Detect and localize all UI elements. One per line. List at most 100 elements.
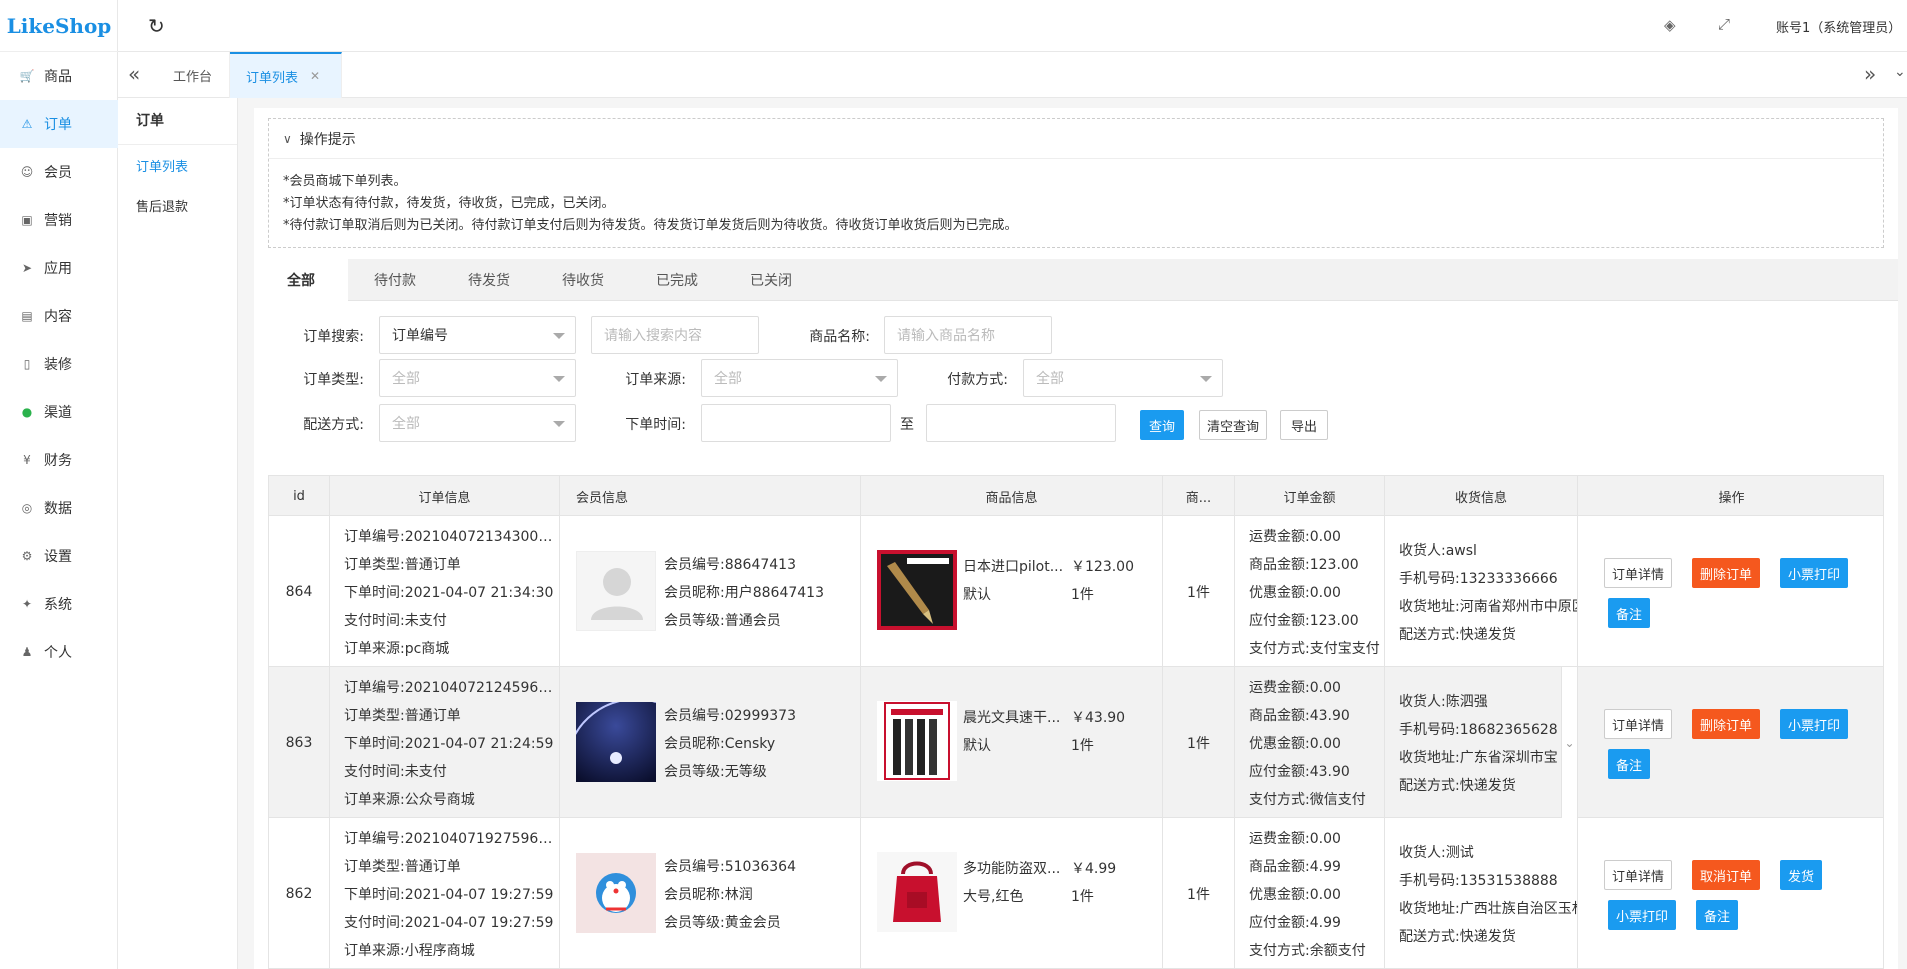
remark-button[interactable]: 备注 — [1608, 598, 1650, 628]
order-detail-button[interactable]: 订单详情 — [1604, 709, 1672, 739]
nav-item-finance[interactable]: ¥ 财务 — [0, 436, 118, 484]
export-button[interactable]: 导出 — [1280, 410, 1328, 440]
status-tab-unpaid[interactable]: 待付款 — [348, 259, 442, 301]
nav-item-channel[interactable]: ● 渠道 — [0, 388, 118, 436]
goods-name[interactable]: 晨光文具速干... — [963, 707, 1065, 727]
table-header: id 订单信息 会员信息 商品信息 商... 订单金额 收货信息 操作 — [269, 476, 1883, 516]
discount-amount: 优惠金额:0.00 — [1249, 736, 1341, 752]
query-button[interactable]: 查询 — [1140, 410, 1184, 440]
goods-spec: 默认 — [963, 587, 991, 603]
goods-qty: 1件 — [1071, 587, 1094, 603]
goods-image-pen[interactable] — [877, 550, 957, 630]
actions-cell: 订单详情 删除订单 小票打印 备注 — [1578, 516, 1883, 667]
account-label[interactable]: 账号1（系统管理员） — [1776, 17, 1901, 36]
delivery-select[interactable]: 全部 — [379, 404, 576, 442]
status-tab-to-ship[interactable]: 待发货 — [442, 259, 536, 301]
order-info-cell: 订单编号:202104072124596793 订单类型:普通订单 下单时间:2… — [330, 667, 560, 818]
chevron-down-icon: ∨ — [283, 131, 292, 146]
clear-query-button[interactable]: 清空查询 — [1199, 410, 1267, 440]
person-icon: ♟ — [21, 645, 33, 659]
nav-item-marketing[interactable]: ▣ 营销 — [0, 196, 118, 244]
member-no: 会员编号:51036364 — [664, 859, 796, 875]
expand-chevron-icon[interactable]: ⌄ — [1561, 667, 1577, 818]
sidebar: LikeShop 🛒 商品 ⚠ 订单 ☺ 会员 ▣ 营销 ➤ 应用 ▤ 内容 ▯ 装修 ● 渠道… — [0, 0, 118, 969]
print-receipt-button[interactable]: 小票打印 — [1780, 709, 1848, 739]
order-detail-button[interactable]: 订单详情 — [1604, 860, 1672, 890]
order-time-end-input[interactable] — [926, 404, 1116, 442]
goods-spec: 默认 — [963, 738, 991, 754]
goods-qty: 1件 — [1071, 738, 1094, 754]
goods-count: 1件 — [1163, 516, 1235, 667]
amount-cell: 运费金额:0.00 商品金额:43.90 优惠金额:0.00 应付金额:43.9… — [1235, 667, 1385, 818]
pay-method: 支付方式:微信支付 — [1249, 792, 1366, 808]
tab-bar: « 工作台 订单列表 ✕ » ⌄ — [118, 52, 1907, 98]
tag-icon[interactable]: ◈ — [1664, 16, 1676, 34]
order-source: 订单来源:小程序商城 — [344, 943, 475, 959]
nav-item-content[interactable]: ▤ 内容 — [0, 292, 118, 340]
time-range-to: 至 — [900, 417, 914, 433]
member-level: 会员等级:黄金会员 — [664, 915, 781, 931]
tip-line: *待付款订单取消后则为已关闭。待付款订单支付后则为待发货。待发货订单发货后则为待… — [283, 218, 1018, 233]
order-info-cell: 订单编号:202104071927596937 订单类型:普通订单 下单时间:2… — [330, 818, 560, 968]
remark-button[interactable]: 备注 — [1608, 749, 1650, 779]
remark-button[interactable]: 备注 — [1696, 900, 1738, 930]
nav-item-order[interactable]: ⚠ 订单 — [0, 100, 118, 148]
delivery-method: 配送方式:快递发货 — [1399, 627, 1516, 643]
pay-method-select[interactable]: 全部 — [1023, 359, 1223, 397]
status-tab-completed[interactable]: 已完成 — [630, 259, 724, 301]
nav-item-member[interactable]: ☺ 会员 — [0, 148, 118, 196]
ship-button[interactable]: 发货 — [1780, 860, 1822, 890]
member-info-cell: 会员编号:02999373 会员昵称:Censky 会员等级:无等级 — [560, 667, 861, 818]
order-source-select[interactable]: 全部 — [701, 359, 898, 397]
order-type-label: 订单类型: — [303, 372, 364, 388]
phone-icon: ▯ — [23, 357, 31, 371]
cancel-order-button[interactable]: 取消订单 — [1692, 860, 1760, 890]
nav-item-settings[interactable]: ⚙ 设置 — [0, 532, 118, 580]
nav-item-decor[interactable]: ▯ 装修 — [0, 340, 118, 388]
freight-amount: 运费金额:0.00 — [1249, 529, 1341, 545]
submenu-item-after-sales[interactable]: 售后退款 — [136, 196, 188, 215]
close-icon[interactable]: ✕ — [310, 69, 320, 83]
fullscreen-icon[interactable]: ⤢ — [1718, 15, 1730, 33]
order-time-start-input[interactable] — [701, 404, 891, 442]
member-level: 会员等级:无等级 — [664, 764, 767, 780]
tab-workbench[interactable]: 工作台 — [156, 52, 230, 98]
payable-amount: 应付金额:4.99 — [1249, 915, 1341, 931]
status-tab-all[interactable]: 全部 — [254, 259, 348, 301]
goods-image-pens[interactable] — [877, 701, 957, 781]
status-tab-to-receive[interactable]: 待收货 — [536, 259, 630, 301]
col-order-amount: 订单金额 — [1235, 476, 1385, 516]
delete-order-button[interactable]: 删除订单 — [1692, 558, 1760, 588]
goods-name-input[interactable]: 请输入商品名称 — [884, 316, 1052, 354]
order-type-select[interactable]: 全部 — [379, 359, 576, 397]
goods-name[interactable]: 多功能防盗双... — [963, 858, 1065, 878]
refresh-icon[interactable]: ↻ — [148, 14, 165, 38]
goods-name[interactable]: 日本进口pilot... — [963, 556, 1065, 576]
nav-item-personal[interactable]: ♟ 个人 — [0, 628, 118, 676]
chevron-down-icon[interactable]: ⌄ — [1894, 64, 1906, 80]
order-type: 订单类型:普通订单 — [344, 859, 461, 875]
nav-item-data[interactable]: ◎ 数据 — [0, 484, 118, 532]
tabs-scroll-right-icon[interactable]: » — [1864, 62, 1876, 86]
goods-image-backpack[interactable] — [877, 852, 957, 932]
status-tab-closed[interactable]: 已关闭 — [724, 259, 818, 301]
print-receipt-button[interactable]: 小票打印 — [1608, 900, 1676, 930]
nav-item-goods[interactable]: 🛒 商品 — [0, 52, 118, 100]
tabs-scroll-left-icon[interactable]: « — [128, 62, 140, 86]
col-goods-count: 商... — [1163, 476, 1235, 516]
status-tabs: 全部 待付款 待发货 待收货 已完成 已关闭 — [254, 259, 1898, 301]
order-search-input[interactable]: 请输入搜索内容 — [591, 316, 759, 354]
goods-spec: 大号,红色 — [963, 889, 1024, 905]
delete-order-button[interactable]: 删除订单 — [1692, 709, 1760, 739]
order-source: 订单来源:公众号商城 — [344, 792, 475, 808]
tips-header[interactable]: ∨ 操作提示 — [269, 119, 1883, 159]
print-receipt-button[interactable]: 小票打印 — [1780, 558, 1848, 588]
order-search-type-select[interactable]: 订单编号 — [379, 316, 576, 354]
nav-item-apps[interactable]: ➤ 应用 — [0, 244, 118, 292]
submenu-item-order-list[interactable]: 订单列表 — [136, 156, 188, 175]
nav-item-system[interactable]: ✦ 系统 — [0, 580, 118, 628]
tab-order-list[interactable]: 订单列表 ✕ — [230, 52, 342, 98]
app-logo[interactable]: LikeShop — [0, 0, 118, 52]
payable-amount: 应付金额:43.90 — [1249, 764, 1350, 780]
order-detail-button[interactable]: 订单详情 — [1604, 558, 1672, 588]
